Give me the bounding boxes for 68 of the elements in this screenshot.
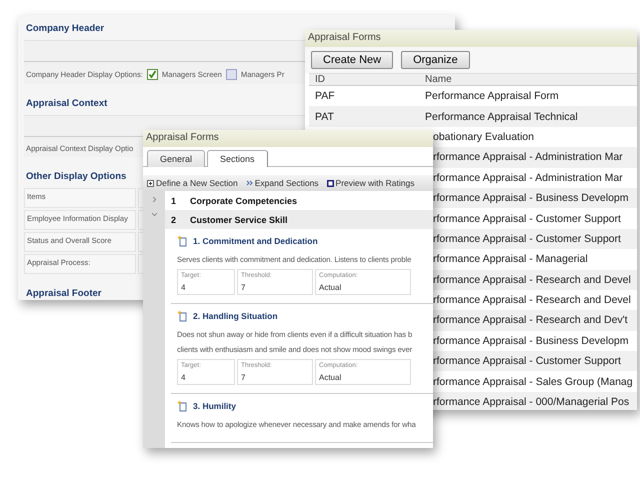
name-cell: rformance Appraisal - Administration Mar (433, 172, 623, 184)
double-chevron-icon (246, 180, 253, 186)
table-row[interactable]: rformance Appraisal - Business Developm (433, 188, 637, 208)
tab[interactable]: Sections (207, 150, 268, 167)
name-cell: obationary Evaluation (433, 130, 534, 143)
checkbox[interactable] (226, 69, 237, 80)
section-number: 1 (171, 196, 176, 206)
section-name: Corporate Competencies (190, 196, 298, 206)
table-row[interactable]: rformance Appraisal - Business Developm (433, 330, 637, 352)
table-row[interactable]: rformance Appraisal - Managerial (433, 249, 637, 270)
name-cell: rformance Appraisal - Managerial (433, 253, 588, 266)
section-number: 2 (171, 214, 176, 224)
toolbar-button[interactable]: Create New (311, 51, 394, 69)
section-heading: Appraisal Context (26, 98, 108, 109)
name-cell: rformance Appraisal - Research and Devel (433, 274, 631, 286)
metric-value: Actual (319, 373, 342, 382)
id-cell: PAF (315, 90, 335, 102)
column-header: Name (425, 74, 452, 85)
window-title: Appraisal Forms (305, 30, 637, 47)
name-cell: rformance Appraisal - Customer Support (433, 212, 621, 225)
section-heading: Appraisal Footer (26, 288, 102, 299)
metric-value: 4 (181, 283, 186, 292)
checkbox[interactable] (146, 69, 158, 80)
table-row[interactable]: PAT Performance Appraisal Technical (309, 106, 637, 127)
competency-title[interactable]: 2. Handling Situation (193, 311, 278, 321)
table-row[interactable]: rformance Appraisal - 000/Managerial Pos (433, 392, 637, 410)
competency-title[interactable]: 3. Humility (193, 401, 236, 411)
name-cell: rformance Appraisal - Sales Group (Manag (433, 376, 633, 388)
tab[interactable]: General (147, 150, 206, 167)
table-row[interactable]: rformance Appraisal - Administration Mar (433, 147, 637, 168)
table-row[interactable]: rformance Appraisal - Customer Support (433, 228, 637, 250)
table-row[interactable]: rformance Appraisal - Sales Group (Manag (433, 371, 637, 392)
name-cell: Performance Appraisal Technical (425, 110, 578, 123)
table-row[interactable]: rformance Appraisal - Research and Devel (433, 290, 637, 310)
plus-icon (147, 180, 154, 186)
name-cell: rformance Appraisal - Business Developm (433, 334, 629, 347)
competency-title[interactable]: 1. Commitment and Dedication (193, 236, 318, 246)
column-header: ID (315, 74, 325, 85)
window-title: Appraisal Forms (143, 130, 433, 147)
section-heading: Other Display Options (26, 171, 126, 182)
section-name: Customer Service Skill (190, 214, 288, 224)
metric-value: 7 (241, 283, 246, 292)
chevron-down-icon[interactable] (150, 210, 158, 219)
section-row[interactable]: 2 Customer Service Skill (165, 210, 433, 229)
toolbar-link[interactable]: Define a New Section (156, 178, 238, 188)
metric-value: Actual (319, 283, 342, 292)
name-cell: rformance Appraisal - Customer Support (433, 232, 621, 245)
name-cell: rformance Appraisal - Business Developm (433, 192, 629, 204)
section-heading: Company Header (26, 23, 104, 34)
toolbar-button[interactable]: Organize (401, 51, 470, 69)
name-cell: rformance Appraisal - Administration Mar (433, 151, 623, 164)
metric-value: 4 (181, 373, 186, 382)
square-icon (326, 180, 334, 186)
table-row[interactable]: rformance Appraisal - Research and Devel (433, 270, 637, 290)
table-row[interactable]: rformance Appraisal - Research and Dev't (433, 310, 637, 331)
name-cell: rformance Appraisal - 000/Managerial Pos (433, 396, 630, 408)
table-row[interactable]: rformance Appraisal - Administration Mar (433, 168, 637, 188)
toolbar-link[interactable]: Preview with Ratings (336, 178, 414, 188)
table-row[interactable]: rformance Appraisal - Customer Support (433, 208, 637, 229)
name-cell: rformance Appraisal - Customer Support (433, 355, 621, 368)
name-cell: rformance Appraisal - Research and Devel (433, 294, 631, 306)
table-row[interactable]: obationary Evaluation (433, 126, 637, 148)
id-cell: PAT (315, 110, 334, 123)
toolbar-link[interactable]: Expand Sections (254, 178, 319, 188)
name-cell: Performance Appraisal Form (425, 90, 559, 102)
table-row[interactable]: rformance Appraisal - Customer Support (433, 351, 637, 372)
name-cell: rformance Appraisal - Research and Dev't (433, 314, 628, 326)
metric-value: 7 (241, 373, 246, 382)
